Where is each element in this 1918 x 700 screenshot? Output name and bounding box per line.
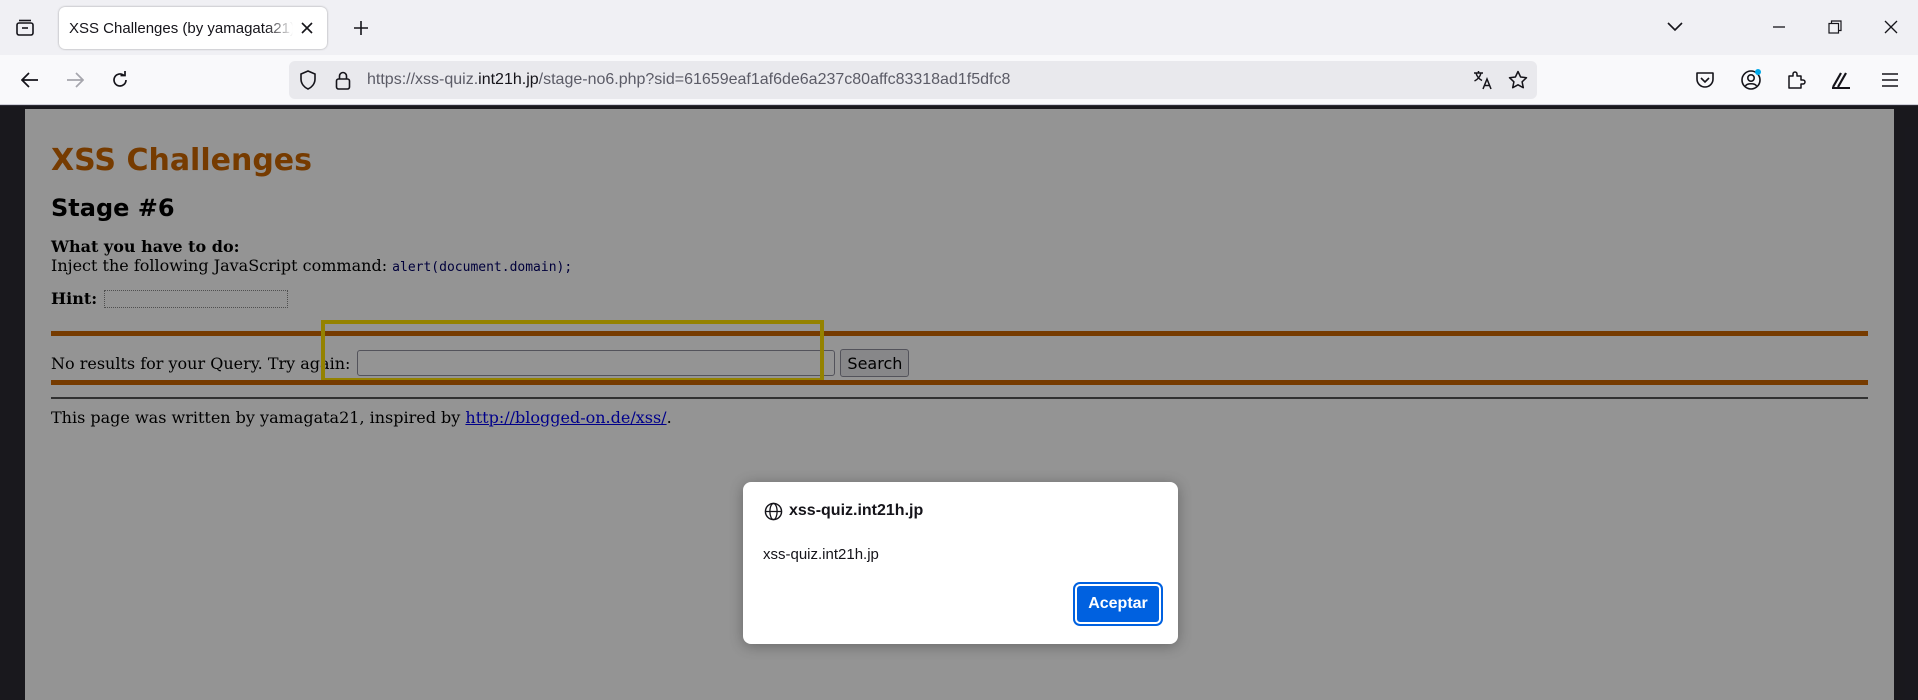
url-text[interactable]: https://xss-quiz.int21h.jp/stage-no6.php… (367, 71, 1010, 89)
dialog-message: xss-quiz.int21h.jp (763, 546, 879, 563)
lock-icon[interactable] (332, 69, 354, 91)
ok-button[interactable]: Aceptar (1075, 584, 1161, 624)
alert-dialog: xss-quiz.int21h.jp xss-quiz.int21h.jp Ac… (743, 482, 1178, 644)
translate-icon[interactable] (1472, 69, 1494, 91)
menu-icon[interactable] (1874, 65, 1906, 95)
chevron-down-icon[interactable] (1659, 12, 1691, 42)
tab-list-icon[interactable] (10, 14, 40, 42)
url-host: int21h.jp (478, 71, 539, 88)
tab-bar: XSS Challenges (by yamagata21) - Stage #… (0, 0, 1918, 55)
globe-icon (763, 501, 783, 521)
url-prefix: https://xss-quiz. (367, 71, 479, 88)
url-path: /stage-no6.php?sid=61659eaf1af6de6a237c8… (538, 71, 1011, 88)
star-icon[interactable] (1507, 69, 1529, 91)
close-window-icon[interactable] (1875, 12, 1907, 42)
account-icon[interactable] (1735, 65, 1767, 95)
plus-icon[interactable] (347, 14, 375, 42)
back-icon[interactable] (14, 65, 46, 95)
active-tab[interactable]: XSS Challenges (by yamagata21) - Stage #… (59, 7, 327, 49)
dialog-header: xss-quiz.int21h.jp (763, 501, 923, 521)
shield-icon[interactable] (297, 69, 319, 91)
nav-bar: https://xss-quiz.int21h.jp/stage-no6.php… (0, 55, 1918, 105)
forward-icon[interactable] (59, 65, 91, 95)
close-icon[interactable] (297, 18, 317, 38)
reload-icon[interactable] (104, 65, 136, 95)
restore-icon[interactable] (1819, 12, 1851, 42)
minimize-icon[interactable] (1763, 12, 1795, 42)
tab-title: XSS Challenges (by yamagata21) - Stage #… (69, 19, 293, 37)
pocket-icon[interactable] (1689, 65, 1721, 95)
extensions-icon[interactable] (1780, 65, 1812, 95)
url-bar[interactable]: https://xss-quiz.int21h.jp/stage-no6.php… (289, 61, 1537, 99)
dialog-origin: xss-quiz.int21h.jp (789, 502, 924, 519)
library-icon[interactable] (1825, 65, 1857, 95)
